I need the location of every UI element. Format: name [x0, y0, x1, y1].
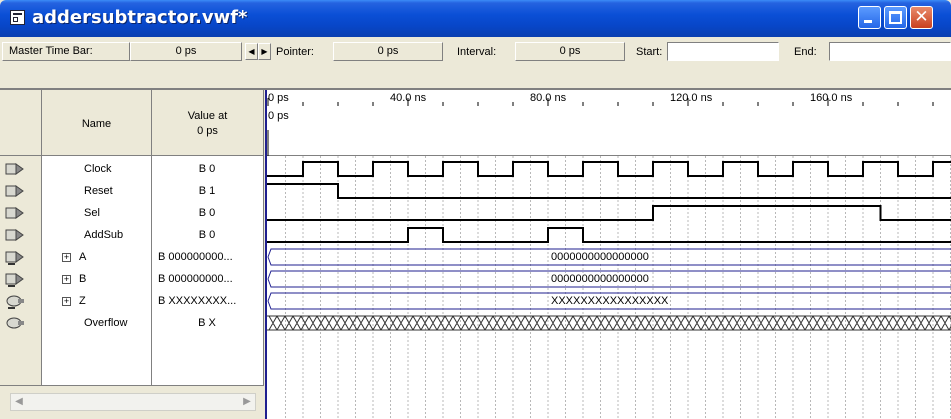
input-pin-icon	[0, 227, 42, 243]
window-title: addersubtractor.vwf*	[32, 7, 248, 28]
expand-icon[interactable]: +	[62, 252, 71, 262]
minimize-icon	[864, 20, 872, 23]
scroll-left-icon[interactable]: ◀	[11, 394, 27, 410]
input-pin-icon	[0, 249, 42, 265]
signal-value: B 0	[198, 229, 216, 241]
value-column: Value at 0 ps B 0 B 1 B 0 B 0 B 000000000...…	[152, 90, 264, 385]
overflow-unknown-hatch	[268, 315, 951, 331]
signal-waveform	[267, 205, 951, 221]
signal-name: Reset	[84, 185, 113, 197]
signal-waveform	[267, 227, 951, 243]
signal-name: B	[79, 273, 87, 285]
end-field[interactable]	[829, 42, 951, 61]
input-pin-icon	[0, 271, 42, 287]
signal-value: B 1	[198, 185, 216, 197]
name-header-label: Name	[81, 118, 112, 130]
close-icon: ✕	[914, 7, 929, 27]
signal-value: B 000000000...	[158, 273, 233, 285]
expand-icon[interactable]: +	[62, 274, 71, 284]
signal-name: Z	[79, 295, 86, 307]
output-pin-icon	[0, 293, 42, 309]
name-panel-scrollbar[interactable]: ◀ ▶	[0, 385, 264, 419]
value-header-line2: 0 ps	[197, 125, 218, 137]
signal-value: B 0	[198, 207, 216, 219]
input-pin-icon	[0, 183, 42, 199]
time-left-button[interactable]: ◀	[245, 43, 258, 60]
master-time-bar-label: Master Time Bar:	[2, 42, 130, 61]
output-pin-icon	[0, 315, 42, 331]
signal-name: Sel	[84, 207, 100, 219]
value-column-header[interactable]: Value at 0 ps	[152, 90, 263, 156]
input-pin-icon	[0, 161, 42, 177]
maximize-button[interactable]	[884, 6, 907, 29]
signal-value: B 000000000...	[158, 251, 233, 263]
signal-name-row[interactable]: Clock	[84, 158, 112, 180]
signal-value: B XXXXXXXX...	[158, 295, 237, 307]
signal-name-row[interactable]: Sel	[84, 202, 100, 224]
scroll-right-icon[interactable]: ▶	[239, 394, 255, 410]
signal-value: B 0	[198, 163, 216, 175]
arrow-left-icon: ◀	[248, 47, 255, 56]
expand-icon[interactable]: +	[62, 296, 71, 306]
name-column-header[interactable]: Name	[42, 90, 151, 156]
time-bar: Master Time Bar: 0 ps ◀ ▶ Pointer: 0 ps …	[0, 37, 951, 66]
b-bus-value: 0000000000000000	[549, 273, 651, 285]
signal-name: Clock	[84, 163, 112, 175]
end-label: End:	[794, 46, 817, 58]
start-label: Start:	[636, 46, 663, 58]
value-header-line1: Value at	[187, 110, 228, 122]
maximize-icon	[889, 11, 902, 24]
signal-name-row[interactable]: + Z	[62, 290, 86, 312]
minimize-button[interactable]	[858, 6, 881, 29]
scrollbar-track[interactable]: ◀ ▶	[10, 393, 256, 411]
master-time-bar-value[interactable]: 0 ps	[130, 42, 242, 61]
signal-name-row[interactable]: Reset	[84, 180, 113, 202]
signal-name-row[interactable]: AddSub	[84, 224, 123, 246]
signal-name-row[interactable]: + A	[62, 246, 86, 268]
signal-name: Overflow	[84, 317, 128, 329]
pointer-value: 0 ps	[333, 42, 443, 61]
signal-name: A	[79, 251, 87, 263]
signal-name-row[interactable]: Overflow	[84, 312, 127, 334]
start-field[interactable]	[667, 42, 779, 61]
interval-value: 0 ps	[515, 42, 625, 61]
gutter-header	[0, 90, 41, 156]
interval-label: Interval:	[457, 46, 497, 58]
document-icon[interactable]	[10, 10, 25, 25]
signal-waveform	[267, 183, 951, 199]
signal-value: B X	[198, 317, 216, 329]
signal-waveform	[267, 161, 951, 177]
a-bus-value: 0000000000000000	[549, 251, 651, 263]
close-button[interactable]: ✕	[910, 6, 933, 29]
input-pin-icon	[0, 205, 42, 221]
signal-name: AddSub	[84, 229, 124, 241]
z-bus-value: XXXXXXXXXXXXXXXX	[549, 295, 671, 307]
pointer-label: Pointer:	[276, 46, 314, 58]
time-right-button[interactable]: ▶	[258, 43, 271, 60]
waveform-panel[interactable]: 0 ps 40.0 ns 80.0 ns 120.0 ns 160.0 ns 0 ps …	[265, 90, 951, 419]
name-column: Name Clock Reset Sel AddSub + A + B + Z Overflow	[42, 90, 152, 385]
title-bar[interactable]: addersubtractor.vwf* ✕	[0, 0, 951, 37]
signal-icon-gutter	[0, 90, 42, 385]
arrow-right-icon: ▶	[261, 47, 268, 56]
signal-name-row[interactable]: + B	[62, 268, 86, 290]
